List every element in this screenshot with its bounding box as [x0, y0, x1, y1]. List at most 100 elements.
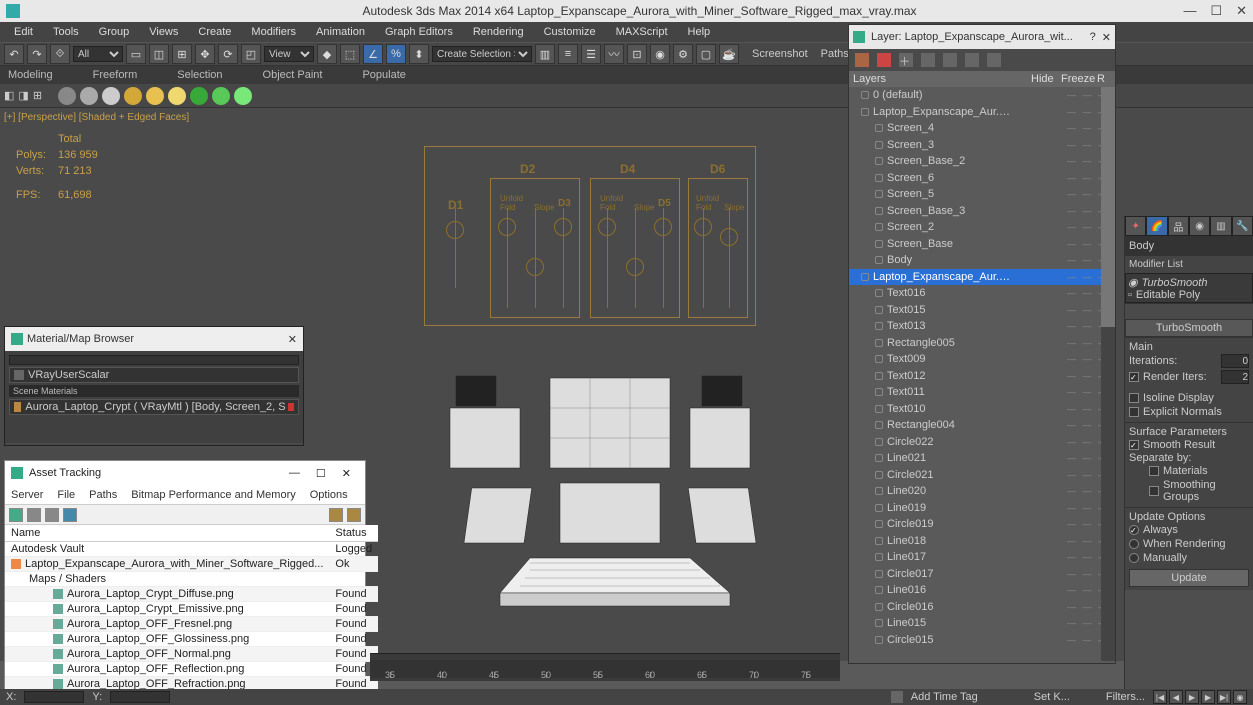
env-icon-2[interactable]	[212, 87, 230, 105]
matbrowser-search[interactable]	[9, 355, 299, 365]
layer-new[interactable]	[855, 53, 869, 67]
select-button[interactable]: ▭	[126, 44, 146, 64]
tab-utilities[interactable]: 🔧	[1232, 216, 1253, 236]
asset-row[interactable]: Aurora_Laptop_OFF_Reflection.pngFound	[5, 662, 378, 677]
rollout-turbosmooth[interactable]: TurboSmooth	[1125, 319, 1253, 337]
unique[interactable]	[1161, 306, 1175, 318]
viewport-label[interactable]: [+] [Perspective] [Shaded + Edged Faces]	[4, 112, 189, 123]
menu-edit[interactable]: Edit	[4, 26, 43, 38]
asset-menu-bitmap-performance-and-memory[interactable]: Bitmap Performance and Memory	[131, 489, 295, 501]
tab-create[interactable]: ✦	[1125, 216, 1146, 236]
asset-menu-server[interactable]: Server	[11, 489, 43, 501]
layer-sel[interactable]	[921, 53, 935, 67]
layer-scrollbar[interactable]	[1101, 87, 1115, 661]
layer-item[interactable]: 0 (default)— — —	[849, 87, 1115, 104]
menu-views[interactable]: Views	[139, 26, 188, 38]
spot-icon[interactable]	[168, 87, 186, 105]
mat-row-vray[interactable]: VRayUserScalar	[9, 367, 299, 383]
layer-item[interactable]: Laptop_Expanscape_Aur...are_Rigged_cont—…	[849, 269, 1115, 286]
layer-help[interactable]: ?	[1090, 31, 1096, 43]
layer-item[interactable]: Circle015— — —	[849, 632, 1115, 649]
asset-min[interactable]: —	[289, 467, 300, 479]
tab-motion[interactable]: ◉	[1189, 216, 1210, 236]
mirror-button[interactable]: ▥	[535, 44, 555, 64]
window-crossing-button[interactable]: ⊞	[172, 44, 192, 64]
layer-item[interactable]: Screen_2— — —	[849, 219, 1115, 236]
asset-menu-file[interactable]: File	[57, 489, 75, 501]
layer-item[interactable]: Screen_Base_2— — —	[849, 153, 1115, 170]
menu-modifiers[interactable]: Modifiers	[241, 26, 306, 38]
asset-tb-1[interactable]	[9, 508, 23, 522]
layer-item[interactable]: Line018— — —	[849, 533, 1115, 550]
env-icon-3[interactable]	[234, 87, 252, 105]
time-tag-icon[interactable]	[891, 691, 903, 703]
radio-manually[interactable]	[1129, 553, 1139, 563]
percent-snap-button[interactable]: %	[386, 44, 406, 64]
material-editor-button[interactable]: ◉	[650, 44, 670, 64]
render-iters-input[interactable]	[1221, 370, 1249, 384]
layer-item[interactable]: Screen_6— — —	[849, 170, 1115, 187]
col-hide[interactable]: Hide	[1031, 73, 1061, 85]
asset-row[interactable]: Maps / Shaders	[5, 572, 378, 587]
tb2-3[interactable]: ⊞	[33, 89, 42, 102]
isoline-check[interactable]	[1129, 393, 1139, 403]
menu-maxscript[interactable]: MAXScript	[606, 26, 678, 38]
ribbon-freeform[interactable]: Freeform	[93, 69, 138, 81]
smooth-check[interactable]	[1129, 440, 1139, 450]
next-frame[interactable]: ▶	[1201, 690, 1215, 704]
col-freeze[interactable]: Freeze	[1061, 73, 1097, 85]
asset-max[interactable]: ☐	[316, 467, 326, 480]
play[interactable]: ▶	[1185, 690, 1199, 704]
tab-modify[interactable]: 🌈	[1146, 216, 1167, 236]
asset-menu-options[interactable]: Options	[310, 489, 348, 501]
menu-help[interactable]: Help	[678, 26, 721, 38]
object-name-field[interactable]: Body	[1125, 236, 1253, 255]
show-end[interactable]	[1144, 306, 1158, 318]
asset-row[interactable]: Aurora_Laptop_OFF_Normal.pngFound	[5, 647, 378, 662]
layer-list[interactable]: 0 (default)— — — Laptop_Expanscape_Aur...…	[849, 87, 1115, 661]
sun-icon[interactable]	[146, 87, 164, 105]
ribbon-populate[interactable]: Populate	[362, 69, 405, 81]
menu-animation[interactable]: Animation	[306, 26, 375, 38]
asset-col-name[interactable]: Name	[5, 525, 329, 542]
mat-row-aurora[interactable]: Aurora_Laptop_Crypt ( VRayMtl ) [Body, S…	[9, 399, 299, 415]
scale-button[interactable]: ◰	[241, 44, 261, 64]
layer-close[interactable]: ✕	[1102, 31, 1111, 44]
layer-item[interactable]: Text015— — —	[849, 302, 1115, 319]
layer-item[interactable]: Circle021— — —	[849, 467, 1115, 484]
layer-item[interactable]: Line021— — —	[849, 450, 1115, 467]
materials-check[interactable]	[1149, 466, 1159, 476]
layer-item[interactable]: Screen_Base_3— — —	[849, 203, 1115, 220]
radio-always[interactable]	[1129, 525, 1139, 535]
layer-item[interactable]: Screen_Base— — —	[849, 236, 1115, 253]
remove-mod[interactable]	[1178, 306, 1192, 318]
layer-item[interactable]: Text013— — —	[849, 318, 1115, 335]
tab-hierarchy[interactable]: 品	[1168, 216, 1189, 236]
layer-item[interactable]: Circle017— — —	[849, 566, 1115, 583]
asset-tb-6[interactable]	[347, 508, 361, 522]
snap-button[interactable]: ⬚	[340, 44, 360, 64]
select-region-button[interactable]: ◫	[149, 44, 169, 64]
matbrowser-close[interactable]: ✕	[288, 333, 297, 346]
layer-item[interactable]: Screen_3— — —	[849, 137, 1115, 154]
layer-hi[interactable]	[943, 53, 957, 67]
undo-button[interactable]: ↶	[4, 44, 24, 64]
update-button[interactable]: Update	[1129, 569, 1249, 587]
light-icon[interactable]	[124, 87, 142, 105]
asset-row[interactable]: Aurora_Laptop_OFF_Glossiness.pngFound	[5, 632, 378, 647]
layer-item[interactable]: Text016— — —	[849, 285, 1115, 302]
modifier-stack[interactable]: ◉TurboSmooth ▫Editable Poly	[1125, 273, 1253, 303]
sphere-icon-2[interactable]	[80, 87, 98, 105]
asset-close[interactable]: ✕	[342, 467, 351, 480]
menu-graph-editors[interactable]: Graph Editors	[375, 26, 463, 38]
layer-item[interactable]: Text010— — —	[849, 401, 1115, 418]
render-frame-button[interactable]: ▢	[696, 44, 716, 64]
coord-x[interactable]	[24, 691, 84, 703]
asset-col-status[interactable]: Status	[329, 525, 378, 542]
curve-editor-button[interactable]: 〰	[604, 44, 624, 64]
sphere-icon[interactable]	[58, 87, 76, 105]
layer-item[interactable]: Screen_5— — —	[849, 186, 1115, 203]
asset-row[interactable]: Aurora_Laptop_OFF_Fresnel.pngFound	[5, 617, 378, 632]
angle-snap-button[interactable]: ∠	[363, 44, 383, 64]
goto-start[interactable]: |◀	[1153, 690, 1167, 704]
